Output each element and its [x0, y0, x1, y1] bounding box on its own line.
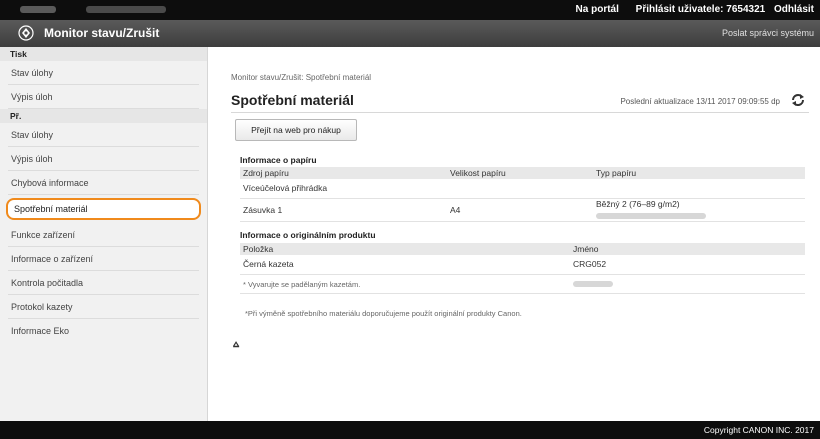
- footer: Copyright CANON INC. 2017: [0, 421, 820, 439]
- col-item: Položka: [240, 243, 570, 255]
- paper-type-cell: Běžný 2 (76–89 g/m2): [593, 198, 805, 222]
- copyright-text: Copyright CANON INC. 2017: [703, 425, 814, 435]
- sidebar-item-error-info[interactable]: Chybová informace: [8, 171, 199, 195]
- paper-source-cell: Víceúčelová přihrádka: [240, 179, 447, 199]
- page-heading: Monitor stavu/Zrušit: [44, 26, 160, 40]
- item-cell: Černá kazeta: [240, 255, 570, 275]
- col-paper-type: Typ papíru: [593, 167, 805, 179]
- paper-type-cell: [593, 179, 805, 199]
- table-row: * Vyvarujte se padělaným kazetám.: [240, 274, 805, 294]
- logout-link[interactable]: Odhlásit: [774, 4, 814, 15]
- sidebar-section-print: Tisk: [0, 47, 207, 61]
- sidebar-item-print-job-status[interactable]: Stav úlohy: [8, 61, 199, 85]
- original-product-heading: Informace o originálním produktu: [240, 230, 376, 240]
- go-to-purchase-site-button[interactable]: Přejít na web pro nákup: [235, 119, 357, 141]
- table-row: Zásuvka 1 A4 Běžný 2 (76–89 g/m2): [240, 198, 805, 222]
- breadcrumb: Monitor stavu/Zrušit: Spotřební materiál: [231, 73, 372, 82]
- table-header-row: Zdroj papíru Velikost papíru Typ papíru: [240, 167, 805, 179]
- title-bar: Monitor stavu/Zrušit Poslat správci syst…: [0, 20, 820, 47]
- paper-size-cell: A4: [447, 198, 593, 222]
- table-row: Černá kazeta CRG052: [240, 255, 805, 275]
- col-paper-source: Zdroj papíru: [240, 167, 447, 179]
- original-product-table: Položka Jméno Černá kazeta CRG052 * Vyva…: [240, 243, 805, 294]
- redacted-cell: [570, 274, 805, 294]
- paper-info-heading: Informace o papíru: [240, 155, 317, 165]
- paper-source-cell: Zásuvka 1: [240, 198, 447, 222]
- sidebar-item-consumables[interactable]: Spotřební materiál: [6, 198, 201, 220]
- login-user-label: Přihlásit uživatele: 7654321: [635, 4, 766, 15]
- note-cell: * Vyvarujte se padělaným kazetám.: [240, 274, 570, 294]
- main-content: Monitor stavu/Zrušit: Spotřební materiál…: [209, 47, 820, 421]
- col-paper-size: Velikost papíru: [447, 167, 593, 179]
- top-links: Na portál Přihlásit uživatele: 7654321 O…: [562, 4, 814, 15]
- name-cell: CRG052: [570, 255, 805, 275]
- top-bar: Na portál Přihlásit uživatele: 7654321 O…: [0, 0, 820, 20]
- email-admin-link[interactable]: Poslat správci systému: [722, 28, 814, 38]
- sidebar-item-cartridge-log[interactable]: Protokol kazety: [8, 295, 199, 319]
- sidebar-item-eco-info[interactable]: Informace Eko: [8, 319, 199, 343]
- sidebar-item-rx-job-log[interactable]: Výpis úloh: [8, 147, 199, 171]
- sidebar-section-receive: Př.: [0, 109, 207, 123]
- refresh-icon[interactable]: [790, 92, 806, 108]
- portal-link[interactable]: Na portál: [576, 4, 619, 15]
- page-title: Spotřební materiál: [231, 92, 354, 108]
- table-row: Víceúčelová přihrádka: [240, 179, 805, 199]
- sidebar-item-rx-job-status[interactable]: Stav úlohy: [8, 123, 199, 147]
- redacted-text: [573, 281, 613, 288]
- redacted-text: [596, 213, 706, 220]
- sidebar-item-device-features[interactable]: Funkce zařízení: [8, 223, 199, 247]
- brand-logo-text: [86, 6, 166, 13]
- paper-size-cell: [447, 179, 593, 199]
- paper-info-table: Zdroj papíru Velikost papíru Typ papíru …: [240, 167, 805, 222]
- original-products-note: *Při výměně spotřebního materiálu doporu…: [245, 309, 522, 318]
- sidebar: Tisk Stav úlohy Výpis úloh Př. Stav úloh…: [0, 47, 208, 421]
- col-name: Jméno: [570, 243, 805, 255]
- sidebar-item-device-info[interactable]: Informace o zařízení: [8, 247, 199, 271]
- sidebar-item-print-job-log[interactable]: Výpis úloh: [8, 85, 199, 109]
- table-header-row: Položka Jméno: [240, 243, 805, 255]
- monitor-status-icon: [18, 25, 34, 41]
- brand-logo: [20, 6, 56, 13]
- sidebar-item-counter-check[interactable]: Kontrola počitadla: [8, 271, 199, 295]
- back-to-top-icon[interactable]: ⩟: [233, 339, 239, 350]
- last-update-text: Poslední aktualizace 13/11 2017 09:09:55…: [620, 97, 780, 106]
- title-divider: [231, 112, 809, 113]
